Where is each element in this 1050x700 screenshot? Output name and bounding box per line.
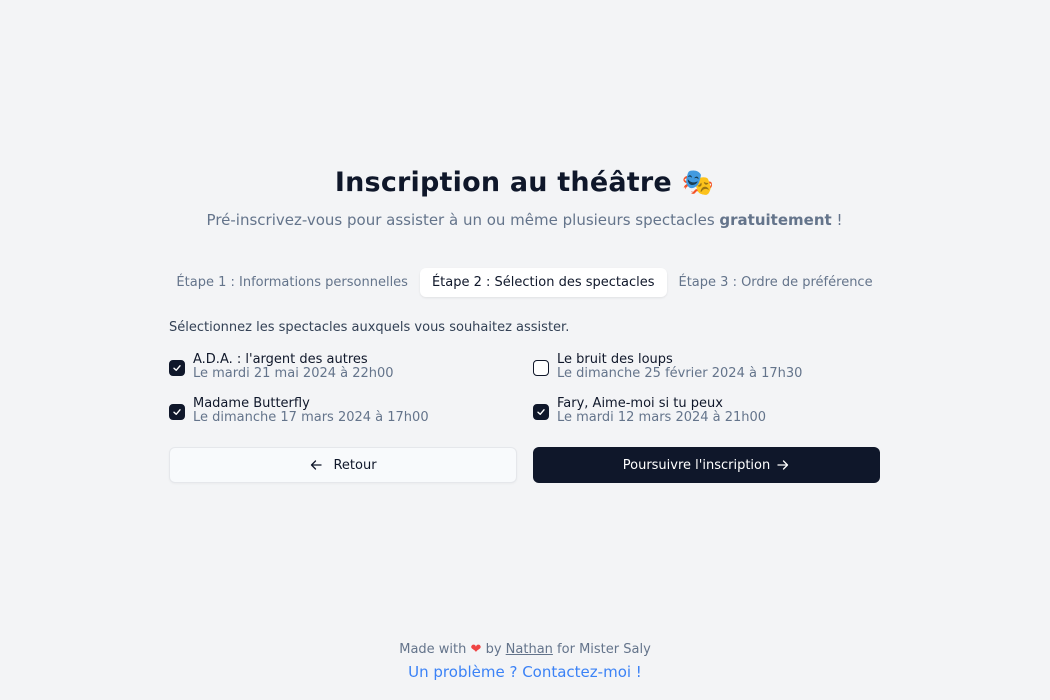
checkbox-madame-butterfly[interactable] (169, 404, 185, 420)
show-option-bruit-des-loups[interactable]: Le bruit des loups Le dimanche 25 févrie… (533, 353, 880, 381)
for-text: for (557, 642, 575, 657)
show-options: A.D.A. : l'argent des autres Le mardi 21… (169, 353, 880, 425)
subtitle-suffix: ! (836, 211, 843, 229)
back-button-label: Retour (333, 457, 377, 473)
show-date: Le dimanche 17 mars 2024 à 17h00 (193, 410, 429, 425)
author-link[interactable]: Nathan (506, 642, 553, 657)
footer: Made with ❤ by Nathan for Mister Saly Un… (0, 640, 1050, 682)
footer-credits: Made with ❤ by Nathan for Mister Saly (0, 640, 1050, 660)
show-name: Le bruit des loups (557, 352, 673, 367)
owner-name: Mister Saly (579, 642, 651, 657)
made-with-text: Made with (399, 642, 467, 657)
contact-link[interactable]: Un problème ? Contactez-moi ! (0, 662, 1050, 682)
check-icon (173, 365, 181, 371)
show-option-madame-butterfly[interactable]: Madame Butterfly Le dimanche 17 mars 202… (169, 397, 533, 425)
instruction-text: Sélectionnez les spectacles auxquels vou… (169, 320, 570, 335)
by-text: by (485, 642, 502, 657)
check-icon (173, 409, 181, 415)
show-date: Le mardi 12 mars 2024 à 21h00 (557, 410, 767, 425)
show-date: Le mardi 21 mai 2024 à 22h00 (193, 366, 394, 381)
checkbox-bruit-des-loups[interactable] (533, 360, 549, 376)
show-name: Fary, Aime-moi si tu peux (557, 396, 723, 411)
back-button[interactable]: Retour (169, 447, 517, 483)
form-actions: Retour Poursuivre l'inscription (169, 447, 880, 483)
heart-icon: ❤ (470, 642, 482, 657)
page-title-text: Inscription au théâtre (334, 167, 672, 198)
tab-step-2[interactable]: Étape 2 : Sélection des spectacles (419, 268, 667, 297)
step-tabs: Étape 1 : Informations personnelles Étap… (169, 268, 880, 297)
registration-form: Inscription au théâtre 🎭 Pré-inscrivez-v… (169, 165, 880, 483)
checkbox-fary[interactable] (533, 404, 549, 420)
check-icon (537, 409, 545, 415)
theater-masks-icon: 🎭 (681, 168, 715, 198)
page-title: Inscription au théâtre 🎭 (169, 165, 880, 201)
show-name: A.D.A. : l'argent des autres (193, 352, 368, 367)
show-option-fary[interactable]: Fary, Aime-moi si tu peux Le mardi 12 ma… (533, 397, 880, 425)
tab-step-1[interactable]: Étape 1 : Informations personnelles (164, 268, 420, 297)
show-date: Le dimanche 25 février 2024 à 17h30 (557, 366, 803, 381)
show-option-ada[interactable]: A.D.A. : l'argent des autres Le mardi 21… (169, 353, 533, 381)
tab-step-3[interactable]: Étape 3 : Ordre de préférence (667, 268, 885, 297)
continue-button-label: Poursuivre l'inscription (622, 457, 771, 473)
subtitle-text: Pré-inscrivez-vous pour assister à un ou… (206, 211, 715, 229)
page-subtitle: Pré-inscrivez-vous pour assister à un ou… (169, 210, 880, 230)
arrow-left-icon (311, 460, 323, 470)
continue-registration-button[interactable]: Poursuivre l'inscription (533, 447, 880, 483)
show-name: Madame Butterfly (193, 396, 310, 411)
subtitle-emphasis: gratuitement (719, 211, 832, 229)
arrow-right-icon (777, 460, 789, 470)
checkbox-ada[interactable] (169, 360, 185, 376)
